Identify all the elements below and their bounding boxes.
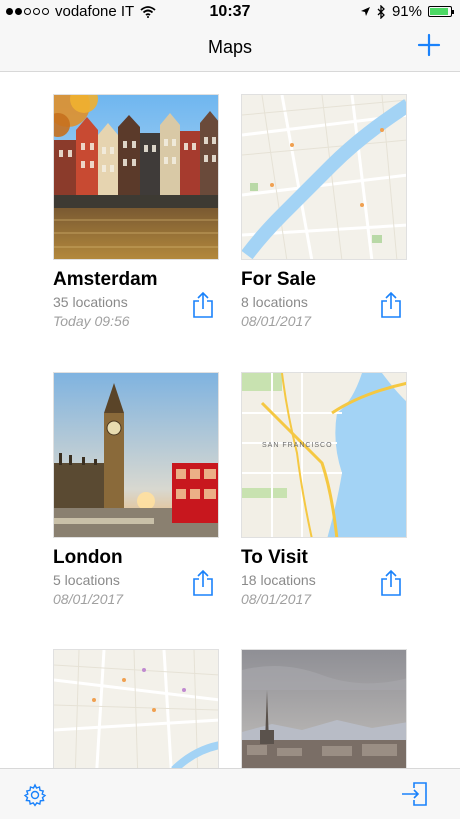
maps-grid: Amsterdam 35 locations Today 09:56 For S… [0, 72, 460, 768]
battery-fill [430, 8, 449, 15]
status-bar: vodafone IT 10:37 91% [0, 0, 460, 24]
bluetooth-icon [377, 4, 385, 19]
map-updated-date: Today 09:56 [53, 313, 130, 329]
map-card[interactable] [53, 649, 219, 768]
map-thumbnail-london[interactable] [53, 372, 219, 538]
bottom-toolbar [0, 768, 460, 819]
map-thumbnail-turin[interactable] [241, 649, 407, 768]
battery-percent: 91% [391, 3, 422, 20]
status-right: 91% [360, 3, 454, 20]
map-label-san-francisco: SAN FRANCISCO [262, 442, 333, 449]
map-updated-date: 08/01/2017 [53, 591, 124, 607]
map-san-francisco: SAN FRANCISCO [242, 373, 406, 537]
share-button[interactable] [380, 291, 402, 319]
map-location-count: 35 locations [53, 294, 128, 310]
map-card[interactable]: For Sale 8 locations 08/01/2017 [241, 94, 407, 344]
turin-photo [242, 650, 406, 768]
map-river [242, 95, 406, 259]
map-title: London [53, 547, 123, 568]
map-updated-date: 08/01/2017 [241, 313, 312, 329]
navigation-bar: Maps [0, 24, 460, 72]
amsterdam-photo [54, 95, 218, 259]
map-city [54, 650, 218, 768]
map-thumbnail-amsterdam[interactable] [53, 94, 219, 260]
export-button[interactable] [400, 781, 428, 807]
share-button[interactable] [192, 291, 214, 319]
map-title: Amsterdam [53, 269, 158, 290]
share-button[interactable] [380, 569, 402, 597]
map-location-count: 5 locations [53, 572, 120, 588]
map-thumbnail-for-sale[interactable] [241, 94, 407, 260]
map-title: For Sale [241, 269, 316, 290]
settings-button[interactable] [23, 783, 47, 807]
map-thumbnail-city[interactable] [53, 649, 219, 768]
battery-icon [428, 6, 454, 17]
map-card[interactable]: London 5 locations 08/01/2017 [53, 372, 219, 622]
map-location-count: 18 locations [241, 572, 316, 588]
map-title: To Visit [241, 547, 308, 568]
add-map-button[interactable] [416, 32, 442, 58]
map-card[interactable]: Amsterdam 35 locations Today 09:56 [53, 94, 219, 344]
page-title: Maps [207, 37, 252, 57]
map-thumbnail-to-visit[interactable]: SAN FRANCISCO [241, 372, 407, 538]
map-card[interactable] [241, 649, 407, 768]
location-arrow-icon [360, 7, 370, 16]
share-button[interactable] [192, 569, 214, 597]
map-location-count: 8 locations [241, 294, 308, 310]
map-updated-date: 08/01/2017 [241, 591, 312, 607]
map-card[interactable]: SAN FRANCISCO To Visit 18 locations 08/0… [241, 372, 407, 622]
london-photo [54, 373, 218, 537]
